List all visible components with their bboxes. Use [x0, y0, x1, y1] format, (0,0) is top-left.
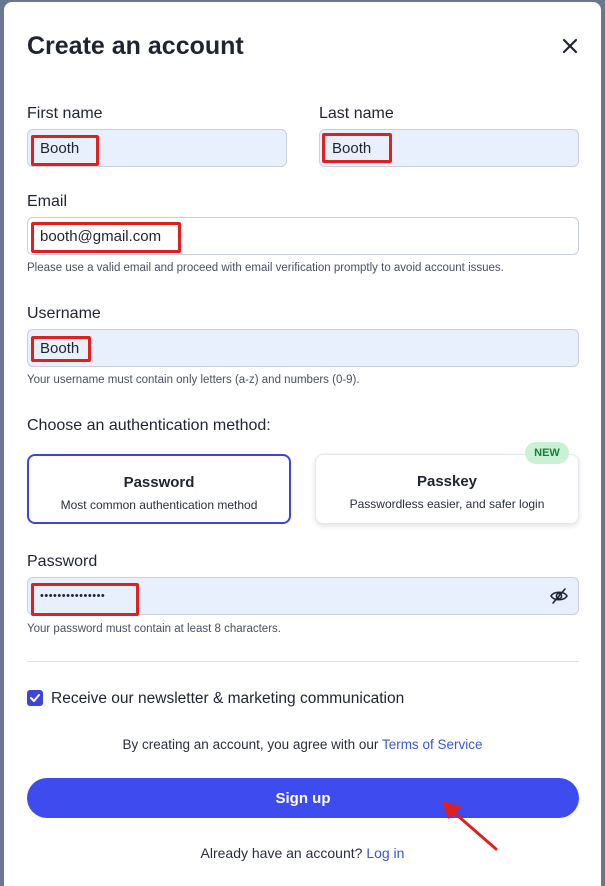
first-name-label: First name [27, 105, 103, 122]
email-field[interactable] [27, 217, 579, 255]
email-input[interactable] [28, 218, 578, 254]
first-name-input[interactable] [28, 130, 286, 166]
password-hint: Your password must contain at least 8 ch… [27, 623, 281, 635]
last-name-label: Last name [319, 105, 394, 122]
last-name-field[interactable] [319, 129, 579, 167]
password-field[interactable] [27, 577, 579, 615]
auth-option-subtitle: Most common authentication method [60, 498, 258, 512]
login-text: Already have an account? Log in [4, 845, 601, 861]
check-icon [30, 694, 40, 702]
signup-modal: Create an account First name Last name E… [4, 2, 601, 886]
auth-method-label: Choose an authentication method: [27, 417, 271, 434]
email-label: Email [27, 193, 68, 210]
email-hint: Please use a valid email and proceed wit… [27, 262, 504, 274]
username-hint: Your username must contain only letters … [27, 374, 360, 386]
terms-text: By creating an account, you agree with o… [4, 737, 601, 752]
terms-of-service-link[interactable]: Terms of Service [382, 737, 483, 752]
auth-option-subtitle: Passwordless easier, and safer login [349, 497, 545, 511]
close-icon[interactable] [559, 35, 581, 57]
newsletter-checkbox[interactable] [27, 690, 43, 706]
modal-title: Create an account [27, 32, 244, 60]
divider [27, 661, 579, 662]
username-field[interactable] [27, 329, 579, 367]
newsletter-label: Receive our newsletter & marketing commu… [51, 690, 405, 707]
password-input[interactable] [28, 578, 578, 614]
new-badge: NEW [525, 442, 569, 464]
login-prefix: Already have an account? [200, 845, 363, 861]
log-in-link[interactable]: Log in [366, 845, 404, 861]
username-label: Username [27, 305, 101, 322]
eye-off-icon[interactable] [549, 586, 569, 606]
username-input[interactable] [28, 330, 578, 366]
first-name-field[interactable] [27, 129, 287, 167]
last-name-input[interactable] [320, 130, 578, 166]
auth-option-password[interactable]: Password Most common authentication meth… [27, 454, 291, 524]
auth-option-title: Passkey [416, 473, 478, 490]
auth-option-title: Password [123, 474, 195, 491]
password-label: Password [27, 553, 98, 570]
auth-option-passkey[interactable]: Passkey Passwordless easier, and safer l… [315, 454, 579, 524]
terms-prefix: By creating an account, you agree with o… [122, 737, 379, 752]
sign-up-button[interactable]: Sign up [27, 778, 579, 818]
